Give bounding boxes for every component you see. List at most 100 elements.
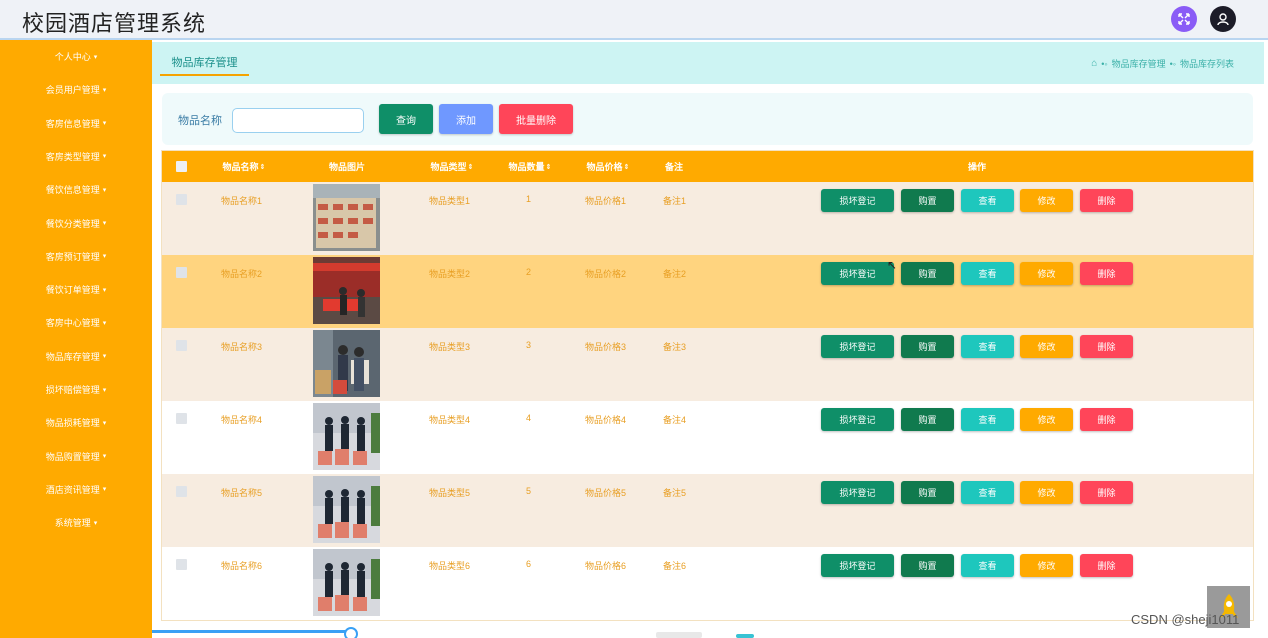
cell-qty: 4 [526,413,532,423]
damage-register-button[interactable]: 损坏登记 [821,262,894,285]
search-label: 物品名称 [178,115,222,127]
sidebar-item[interactable]: 会员用户管理 ▾ [0,73,152,106]
add-button[interactable]: 添加 [439,104,493,134]
col-type[interactable]: 物品类型 ⇕ [424,151,480,182]
sidebar-item[interactable]: 客房类型管理 ▾ [0,140,152,173]
damage-register-button[interactable]: 损坏登记 [821,481,894,504]
table-row[interactable]: 物品名称5 物品类型5 5 物品价格5 备注5 损坏登记 购置 查看 修改 删除 [162,474,1253,547]
cell-price: 物品价格1 [585,196,627,206]
select-all-checkbox[interactable] [176,161,187,172]
pagination-active[interactable] [736,634,754,638]
sidebar-item[interactable]: 客房中心管理 ▾ [0,306,152,339]
view-button[interactable]: 查看 [961,554,1014,577]
view-button[interactable]: 查看 [961,481,1014,504]
chevron-down-icon: ▾ [102,319,107,327]
row-checkbox[interactable] [176,486,187,497]
batch-delete-button[interactable]: 批量删除 [499,104,573,134]
cell-remark: 备注6 [663,561,687,571]
sidebar-item[interactable]: 物品购置管理 ▾ [0,440,152,473]
table-row[interactable]: 物品名称6 物品类型6 6 物品价格6 备注6 损坏登记 购置 查看 修改 删除 [162,547,1253,620]
cell-qty: 1 [526,194,532,204]
search-input[interactable] [232,108,364,133]
view-button[interactable]: 查看 [961,262,1014,285]
query-button[interactable]: 查询 [379,104,433,134]
purchase-button[interactable]: 购置 [901,189,954,212]
damage-register-button[interactable]: 损坏登记 [821,189,894,212]
cell-type: 物品类型5 [429,488,471,498]
table-row[interactable]: 物品名称2 物品类型2 2 物品价格2 备注2 损坏登记 购置 查看 修改 删除 [162,255,1253,328]
cell-price: 物品价格2 [585,269,627,279]
sidebar-item[interactable]: 餐饮分类管理 ▾ [0,207,152,240]
view-button[interactable]: 查看 [961,408,1014,431]
damage-register-button[interactable]: 损坏登记 [821,408,894,431]
view-button[interactable]: 查看 [961,335,1014,358]
fullscreen-icon[interactable] [1171,6,1197,32]
table-row[interactable]: 物品名称1 物品类型1 1 物品价格1 备注1 损坏登记 购置 查看 修改 删除 [162,182,1253,255]
sidebar-item-label: 酒店资讯管理 [45,484,100,495]
edit-button[interactable]: 修改 [1020,189,1073,212]
delete-button[interactable]: 删除 [1080,481,1133,504]
pagination-knob[interactable] [344,627,358,638]
row-checkbox[interactable] [176,267,187,278]
cell-remark: 备注5 [663,488,687,498]
row-checkbox[interactable] [176,340,187,351]
edit-button[interactable]: 修改 [1020,554,1073,577]
row-checkbox[interactable] [176,413,187,424]
purchase-button[interactable]: 购置 [901,262,954,285]
damage-register-button[interactable]: 损坏登记 [821,554,894,577]
sidebar-item-label: 会员用户管理 [45,85,100,96]
edit-button[interactable]: 修改 [1020,335,1073,358]
sidebar-item-label: 客房预订管理 [45,251,100,262]
edit-button[interactable]: 修改 [1020,481,1073,504]
cell-price: 物品价格6 [585,561,627,571]
tab-bar: 物品库存管理 ⌂ •◦ 物品库存管理 •◦ 物品库存列表 [152,42,1264,84]
sidebar-item[interactable]: 物品库存管理 ▾ [0,340,152,373]
sidebar-item[interactable]: 客房预订管理 ▾ [0,240,152,273]
row-checkbox[interactable] [176,559,187,570]
tab-inventory[interactable]: 物品库存管理 [160,54,249,76]
purchase-button[interactable]: 购置 [901,481,954,504]
delete-button[interactable]: 删除 [1080,262,1133,285]
home-icon[interactable]: ⌂ [1091,58,1097,69]
sidebar-item[interactable]: 酒店资讯管理 ▾ [0,473,152,506]
col-price[interactable]: 物品价格 ⇕ [580,151,636,182]
col-image: 物品图片 [317,151,377,182]
chevron-down-icon: ▾ [93,53,98,61]
cell-name: 物品名称6 [221,561,263,571]
chevron-down-icon: ▾ [102,286,107,294]
delete-button[interactable]: 删除 [1080,554,1133,577]
view-button[interactable]: 查看 [961,189,1014,212]
table-row[interactable]: 物品名称3 物品类型3 3 物品价格3 备注3 损坏登记 购置 查看 修改 删除 [162,328,1253,401]
user-icon[interactable] [1210,6,1236,32]
breadcrumb-item[interactable]: 物品库存管理 [1112,57,1166,70]
col-actions-label: 操作 [967,162,986,172]
purchase-button[interactable]: 购置 [901,554,954,577]
damage-register-button[interactable]: 损坏登记 [821,335,894,358]
item-image [313,549,380,616]
purchase-button[interactable]: 购置 [901,335,954,358]
breadcrumb-separator-icon: •◦ [1101,58,1108,69]
delete-button[interactable]: 删除 [1080,335,1133,358]
sidebar-item[interactable]: 损坏赔偿管理 ▾ [0,373,152,406]
pagination-page[interactable] [656,632,702,638]
sidebar-item[interactable]: 客房信息管理 ▾ [0,107,152,140]
data-table: 物品名称 ⇕ 物品图片 物品类型 ⇕ 物品数量 ⇕ 物品价格 ⇕ 备注 操作 物品名称1… [161,150,1254,621]
sidebar-item[interactable]: 物品损耗管理 ▾ [0,406,152,439]
cell-name: 物品名称5 [221,488,263,498]
table-row[interactable]: 物品名称4 物品类型4 4 物品价格4 备注4 损坏登记 购置 查看 修改 删除 [162,401,1253,474]
sidebar-item-label: 损坏赔偿管理 [45,385,100,395]
sidebar-item[interactable]: 餐饮订单管理 ▾ [0,273,152,306]
delete-button[interactable]: 删除 [1080,189,1133,212]
edit-button[interactable]: 修改 [1020,262,1073,285]
col-qty[interactable]: 物品数量 ⇕ [502,151,558,182]
cell-remark: 备注4 [663,415,687,425]
purchase-button[interactable]: 购置 [901,408,954,431]
col-name[interactable]: 物品名称 ⇕ [216,151,272,182]
sidebar-item[interactable]: 餐饮信息管理 ▾ [0,173,152,206]
edit-button[interactable]: 修改 [1020,408,1073,431]
col-type-label: 物品类型 [430,162,467,172]
sidebar-item[interactable]: 个人中心 ▾ [0,40,152,73]
sidebar-item[interactable]: 系统管理 ▾ [0,506,152,539]
delete-button[interactable]: 删除 [1080,408,1133,431]
row-checkbox[interactable] [176,194,187,205]
